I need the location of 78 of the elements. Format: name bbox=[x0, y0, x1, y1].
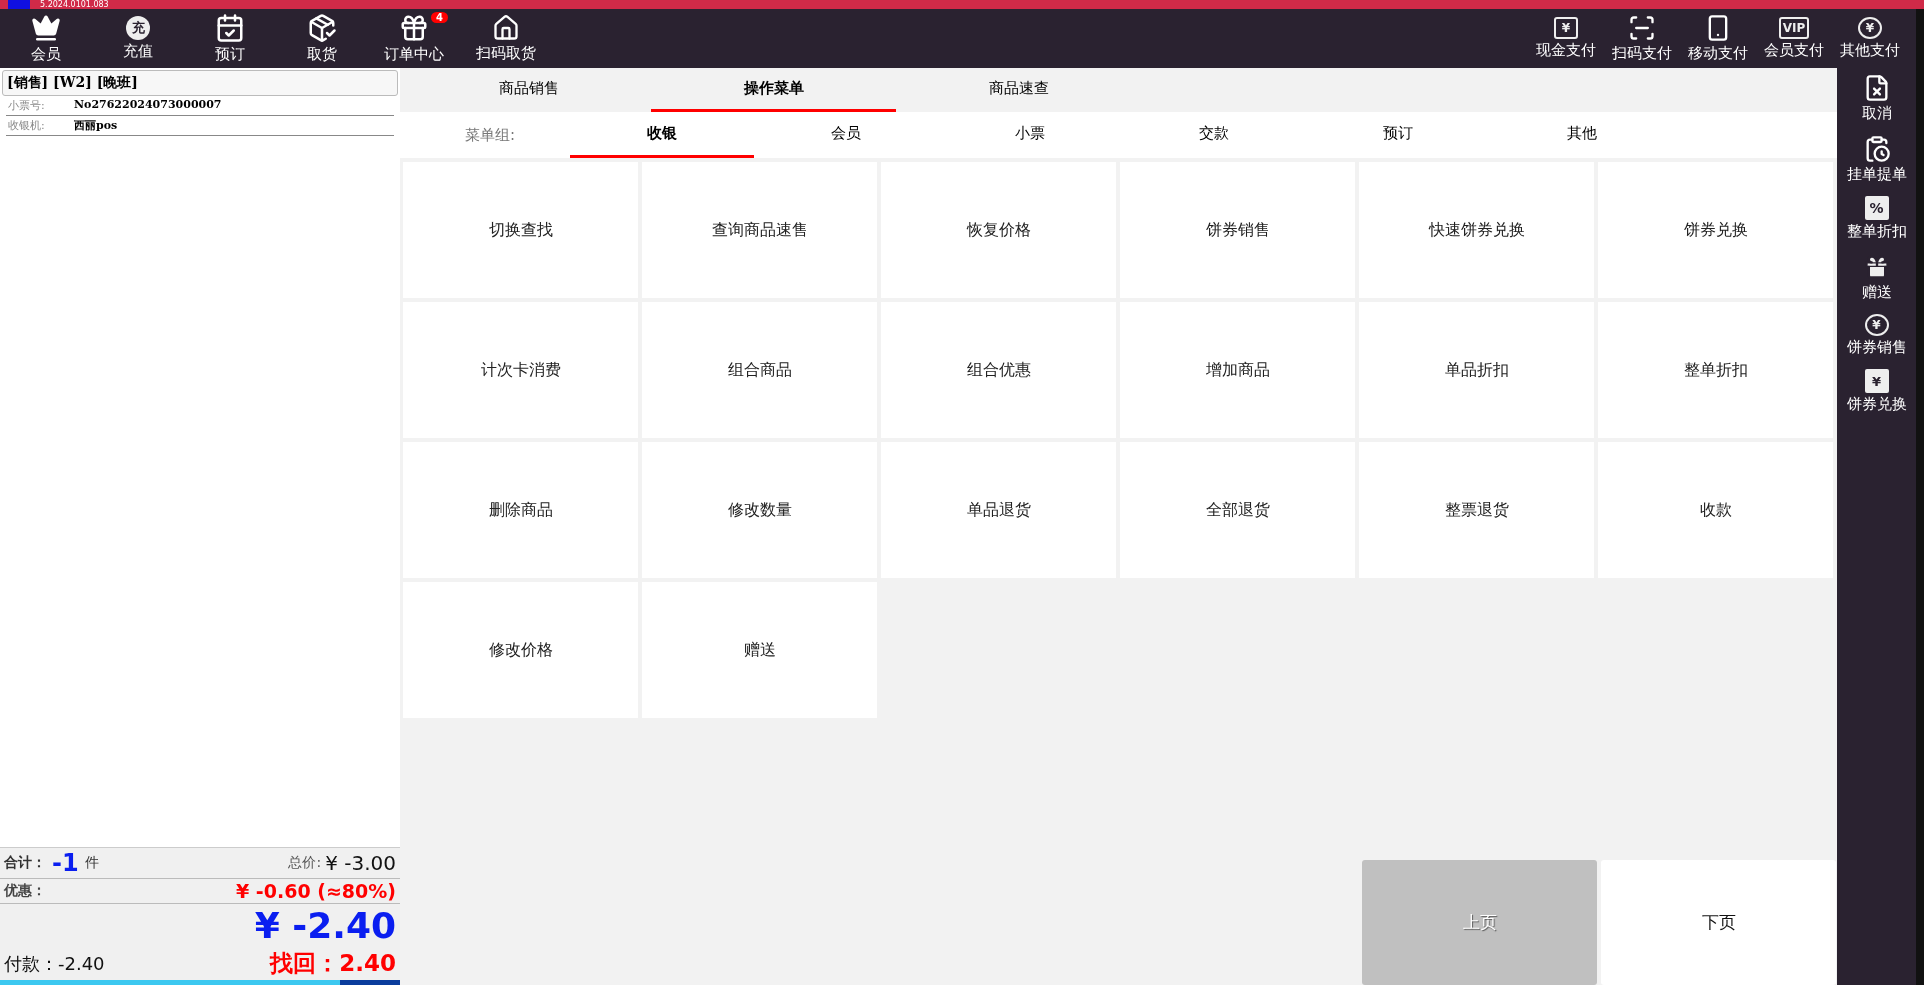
toolbar-button[interactable]: 会员 bbox=[0, 9, 92, 68]
payment-button[interactable]: ¥ 现金支付 bbox=[1528, 9, 1604, 68]
action-button[interactable]: 修改数量 bbox=[642, 442, 877, 578]
payment-button[interactable]: 扫码支付 bbox=[1604, 9, 1680, 68]
home-icon bbox=[492, 14, 520, 42]
action-button[interactable]: 全部退货 bbox=[1120, 442, 1355, 578]
group-tab[interactable]: 会员 bbox=[754, 112, 938, 158]
app-logo bbox=[8, 0, 30, 9]
group-label: 菜单组: bbox=[463, 124, 517, 146]
action-button[interactable]: 查询商品速售 bbox=[642, 162, 877, 298]
toolbar-button[interactable]: 预订 bbox=[184, 9, 276, 68]
tab[interactable]: 商品速查 bbox=[896, 68, 1141, 112]
count-badge: 4 bbox=[431, 12, 448, 23]
calendar-check-icon bbox=[215, 13, 245, 43]
charge-icon: 充 bbox=[126, 16, 150, 40]
action-button[interactable]: 组合优惠 bbox=[881, 302, 1116, 438]
total-label: 总价: bbox=[288, 854, 322, 872]
crown-icon bbox=[31, 13, 61, 43]
count-value: -1 bbox=[52, 849, 79, 877]
field-label: 小票号: bbox=[8, 98, 46, 113]
side-button[interactable]: 取消 bbox=[1861, 74, 1892, 123]
scan-icon bbox=[1628, 14, 1656, 42]
field-label: 收银机: bbox=[8, 118, 46, 133]
box-check-icon bbox=[307, 13, 337, 43]
count-unit: 件 bbox=[84, 854, 99, 872]
toolbar-button[interactable]: 充 充值 bbox=[92, 9, 184, 68]
page-button[interactable]: 下页 bbox=[1601, 860, 1836, 985]
action-button[interactable]: 切换查找 bbox=[403, 162, 638, 298]
action-button[interactable]: 单品退货 bbox=[881, 442, 1116, 578]
vip-card-icon: VIP bbox=[1778, 17, 1810, 39]
side-button[interactable]: ¥ 饼券兑换 bbox=[1846, 369, 1907, 414]
group-tab[interactable]: 小票 bbox=[938, 112, 1122, 158]
group-tab[interactable]: 其他 bbox=[1490, 112, 1674, 158]
group-tab[interactable]: 收银 bbox=[570, 112, 754, 158]
total-value: ¥ -3.00 bbox=[325, 851, 396, 875]
payment-button[interactable]: 移动支付 bbox=[1680, 9, 1756, 68]
gift-icon bbox=[399, 13, 429, 43]
side-button[interactable]: ¥ 饼券销售 bbox=[1846, 314, 1907, 357]
discount-label: 优惠： bbox=[4, 882, 46, 900]
field-value: No27622024073000007 bbox=[74, 98, 222, 113]
action-button[interactable]: 计次卡消费 bbox=[403, 302, 638, 438]
side-button[interactable]: 挂单提单 bbox=[1846, 135, 1907, 184]
toolbar-button[interactable]: 订单中心 4 bbox=[368, 9, 460, 68]
payment-button[interactable]: VIP 会员支付 bbox=[1756, 9, 1832, 68]
action-button[interactable]: 整票退货 bbox=[1359, 442, 1594, 578]
action-button[interactable]: 删除商品 bbox=[403, 442, 638, 578]
side-button[interactable]: % 整单折扣 bbox=[1846, 196, 1907, 241]
group-tab[interactable]: 交款 bbox=[1122, 112, 1306, 158]
discount-tag-icon: % bbox=[1864, 196, 1889, 220]
coin-cycle-icon: ¥ bbox=[1864, 314, 1889, 336]
version-text: 5.2024.0101.083 bbox=[40, 0, 109, 9]
coupon-icon: ¥ bbox=[1864, 369, 1889, 393]
action-button[interactable]: 整单折扣 bbox=[1598, 302, 1833, 438]
group-tab[interactable]: 预订 bbox=[1306, 112, 1490, 158]
payment-button[interactable]: ¥ 其他支付 bbox=[1832, 9, 1908, 68]
action-button[interactable]: 饼券销售 bbox=[1120, 162, 1355, 298]
order-header: [销售] [W2] [晚班] bbox=[2, 70, 398, 96]
coin-icon: ¥ bbox=[1858, 17, 1882, 39]
action-button[interactable]: 饼券兑换 bbox=[1598, 162, 1833, 298]
count-label: 合计： bbox=[4, 854, 46, 872]
toolbar-button[interactable]: 取货 bbox=[276, 9, 368, 68]
action-button[interactable]: 增加商品 bbox=[1120, 302, 1355, 438]
action-button[interactable]: 赠送 bbox=[642, 582, 877, 718]
side-button[interactable]: 赠送 bbox=[1861, 253, 1892, 302]
action-button[interactable]: 收款 bbox=[1598, 442, 1833, 578]
paid-amount: 付款：-2.40 bbox=[4, 951, 105, 976]
change-amount: 找回：2.40 bbox=[270, 949, 396, 978]
cash-icon: ¥ bbox=[1554, 17, 1578, 39]
action-button[interactable]: 修改价格 bbox=[403, 582, 638, 718]
amount-due: ¥ -2.40 bbox=[254, 905, 396, 946]
toolbar-button[interactable]: 扫码取货 bbox=[460, 9, 552, 68]
action-button[interactable]: 单品折扣 bbox=[1359, 302, 1594, 438]
action-button[interactable]: 快速饼券兑换 bbox=[1359, 162, 1594, 298]
action-button[interactable]: 组合商品 bbox=[642, 302, 877, 438]
discount-value: ¥ -0.60 (≈80%) bbox=[236, 880, 396, 902]
action-button[interactable]: 恢复价格 bbox=[881, 162, 1116, 298]
tab[interactable]: 商品销售 bbox=[406, 68, 651, 112]
field-value: 西丽pos bbox=[74, 118, 118, 133]
